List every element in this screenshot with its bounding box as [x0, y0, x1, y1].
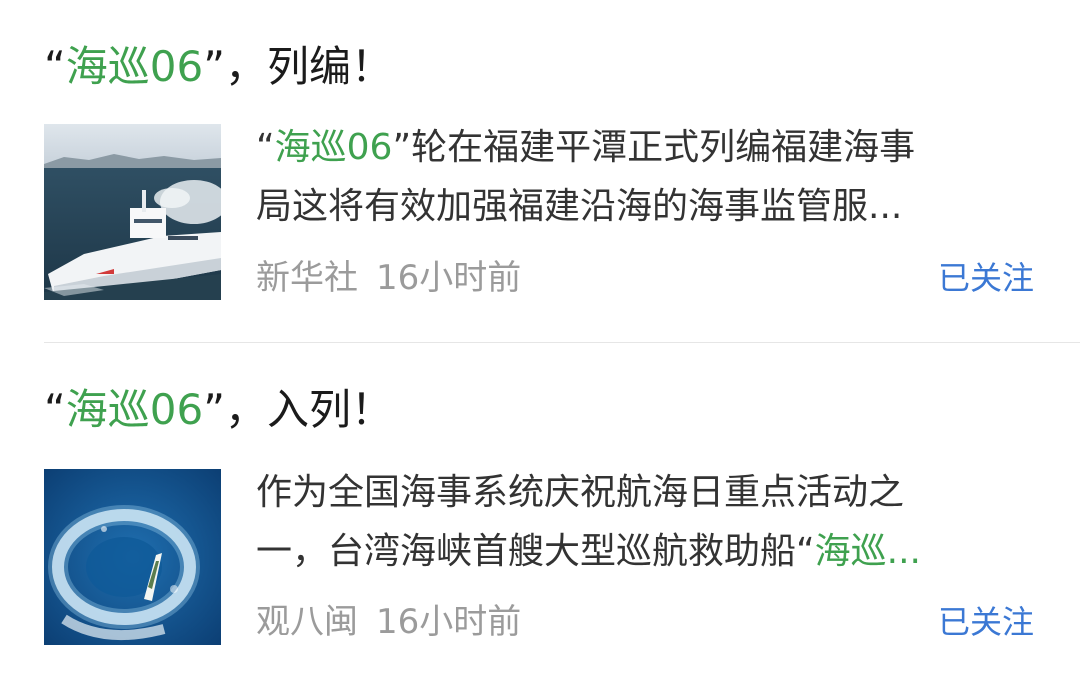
news-feed: “海巡06”，列编！ “海巡06”轮在福建平潭正式列编福建海事 局这将有效加强福… [0, 0, 1080, 679]
title-highlight: 海巡06 [65, 385, 204, 434]
follow-button[interactable]: 已关注 [938, 258, 1034, 298]
follow-button[interactable]: 已关注 [938, 602, 1034, 642]
source-name[interactable]: 观八闽 [256, 602, 358, 642]
article-meta: 新华社 16小时前 [256, 258, 521, 298]
summary-line: 局这将有效加强福建沿海的海事监管服... [256, 186, 903, 227]
title-quote-open: “ [44, 42, 66, 91]
title-quote-open: “ [44, 385, 66, 434]
publish-time: 16小时前 [376, 258, 522, 298]
summary-quote-open: “ [256, 127, 275, 168]
summary-text: ”轮在福建平潭正式列编福建海事 [392, 127, 916, 168]
ship-photo [44, 124, 221, 300]
source-name[interactable]: 新华社 [256, 258, 358, 298]
title-highlight: 海巡06 [65, 42, 204, 91]
summary-line: “海巡06”轮在福建平潭正式列编福建海事 [256, 118, 1036, 177]
article-card[interactable]: “海巡06”，列编！ “海巡06”轮在福建平潭正式列编福建海事 局这将有效加强福… [0, 0, 1080, 342]
summary-line: 作为全国海事系统庆祝航海日重点活动之 [256, 472, 905, 513]
summary-highlight: 海巡06 [274, 127, 393, 168]
article-summary: 作为全国海事系统庆祝航海日重点活动之 一，台湾海峡首艘大型巡航救助船“海巡... [256, 463, 1036, 581]
wake-photo [44, 469, 221, 645]
article-summary: “海巡06”轮在福建平潭正式列编福建海事 局这将有效加强福建沿海的海事监管服..… [256, 118, 1036, 236]
summary-text: 一，台湾海峡首艘大型巡航救助船“ [256, 531, 815, 572]
article-title[interactable]: “海巡06”，列编！ [44, 40, 393, 94]
title-rest: ”，入列！ [203, 385, 393, 434]
article-card[interactable]: “海巡06”，入列！ 作为全国海事系统庆祝航海日重点活动之 一，台湾海峡首艘大型… [0, 343, 1080, 679]
article-title[interactable]: “海巡06”，入列！ [44, 383, 393, 437]
article-thumbnail[interactable] [44, 124, 221, 300]
publish-time: 16小时前 [376, 602, 522, 642]
summary-line: 一，台湾海峡首艘大型巡航救助船“海巡... [256, 522, 1036, 581]
article-thumbnail[interactable] [44, 469, 221, 645]
summary-highlight: 海巡... [814, 531, 921, 572]
title-rest: ”，列编！ [203, 42, 393, 91]
article-meta: 观八闽 16小时前 [256, 602, 521, 642]
